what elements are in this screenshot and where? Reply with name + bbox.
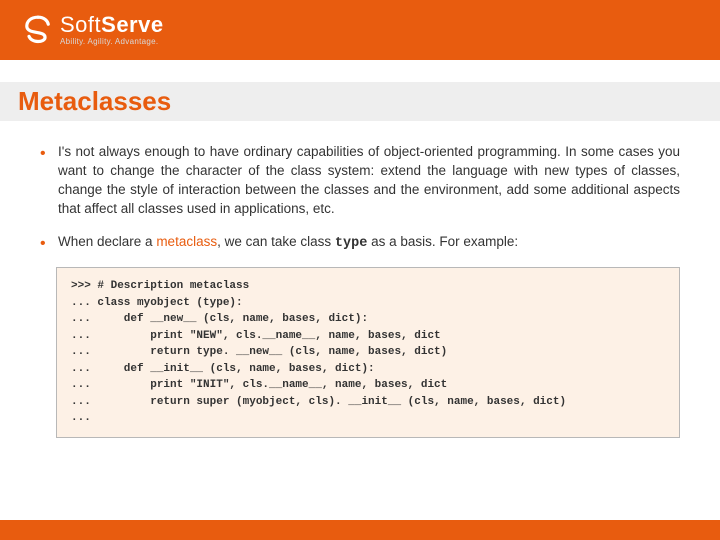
title-bar: Metaclasses (0, 82, 720, 121)
metaclass-keyword: metaclass (156, 234, 217, 249)
brand-tagline: Ability. Agility. Advantage. (60, 38, 164, 46)
content-area: I's not always enough to have ordinary c… (0, 121, 720, 438)
brand-name-serve: Serve (101, 12, 163, 37)
footer-bar (0, 520, 720, 540)
brand-logo: SoftServe Ability. Agility. Advantage. (22, 14, 164, 46)
softserve-s-icon (22, 14, 54, 46)
brand-name-soft: Soft (60, 12, 101, 37)
brand-text: SoftServe Ability. Agility. Advantage. (60, 14, 164, 46)
code-block: >>> # Description metaclass ... class my… (56, 267, 680, 438)
brand-name: SoftServe (60, 14, 164, 36)
bullet-2-pre: When declare a (58, 234, 156, 249)
bullet-2: When declare a metaclass, we can take cl… (40, 233, 680, 254)
bullet-2-mid: , we can take class (217, 234, 335, 249)
type-keyword: type (335, 236, 367, 251)
bullet-list: I's not always enough to have ordinary c… (40, 143, 680, 253)
bullet-1: I's not always enough to have ordinary c… (40, 143, 680, 219)
slide-title: Metaclasses (18, 86, 720, 117)
bullet-2-post: as a basis. For example: (367, 234, 518, 249)
header-bar: SoftServe Ability. Agility. Advantage. (0, 0, 720, 60)
